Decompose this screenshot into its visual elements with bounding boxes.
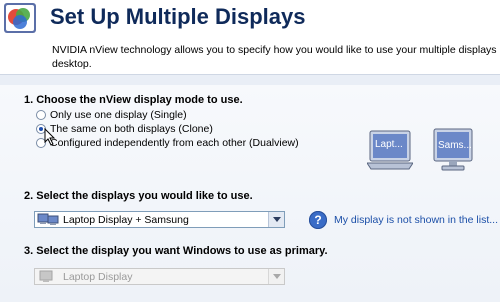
intro-line-2: desktop. bbox=[52, 58, 92, 70]
chevron-down-icon[interactable] bbox=[268, 269, 284, 284]
primary-display-select-value: Laptop Display bbox=[63, 270, 133, 283]
radio-dualview-label[interactable]: Configured independently from each other… bbox=[50, 137, 299, 149]
radio-single[interactable]: Only use one display (Single) bbox=[36, 108, 187, 121]
displays-icon bbox=[37, 213, 59, 225]
radio-single-label[interactable]: Only use one display (Single) bbox=[50, 109, 187, 121]
display-not-shown-link[interactable]: My display is not shown in the list... bbox=[334, 214, 498, 226]
nvidia-control-panel-icon bbox=[4, 3, 36, 33]
radio-clone-label[interactable]: The same on both displays (Clone) bbox=[50, 123, 213, 135]
chevron-down-icon[interactable] bbox=[268, 212, 284, 227]
primary-display-select[interactable]: Laptop Display bbox=[34, 268, 285, 285]
radio-clone[interactable]: The same on both displays (Clone) bbox=[36, 122, 213, 135]
page-header: Set Up Multiple Displays bbox=[0, 0, 500, 40]
intro-panel: NVIDIA nView technology allows you to sp… bbox=[0, 40, 500, 75]
page-title: Set Up Multiple Displays bbox=[50, 4, 306, 29]
laptop-icon bbox=[366, 130, 414, 170]
radio-single-button[interactable] bbox=[36, 109, 46, 120]
display-select[interactable]: Laptop Display + Samsung bbox=[34, 211, 285, 228]
display-icon bbox=[39, 270, 53, 282]
monitor-samsung-label: Sams... bbox=[438, 140, 472, 151]
radio-dualview[interactable]: Configured independently from each other… bbox=[36, 136, 299, 149]
help-icon[interactable]: ? bbox=[309, 211, 327, 229]
display-select-value: Laptop Display + Samsung bbox=[63, 213, 189, 226]
section-2-label: 2. Select the displays you would like to… bbox=[24, 190, 253, 202]
monitor-laptop[interactable]: Lapt... bbox=[366, 130, 414, 175]
intro-line-1: NVIDIA nView technology allows you to sp… bbox=[52, 44, 497, 56]
intro-text: NVIDIA nView technology allows you to sp… bbox=[52, 43, 497, 71]
section-1-label: 1. Choose the nView display mode to use. bbox=[24, 94, 243, 106]
mouse-cursor-icon bbox=[44, 128, 56, 146]
monitor-laptop-label: Lapt... bbox=[375, 139, 403, 150]
section-3-label: 3. Select the display you want Windows t… bbox=[24, 245, 328, 257]
monitor-samsung[interactable]: Sams... bbox=[433, 128, 473, 175]
